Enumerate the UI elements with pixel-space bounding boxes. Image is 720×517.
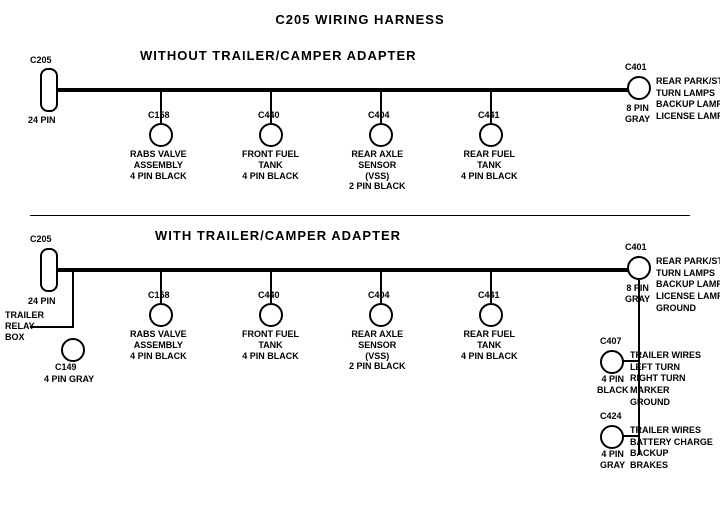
c424-label: C424 [600, 411, 622, 422]
c407-pinlabel: 4 PINBLACK [597, 374, 629, 396]
c407-label: C407 [600, 336, 622, 347]
c401-s1-circle [627, 76, 651, 100]
divider [30, 215, 690, 216]
c149-sublabel: 4 PIN GRAY [44, 374, 94, 385]
c441-s1-circle [479, 123, 503, 147]
c404-s1-sublabel: REAR AXLESENSOR(VSS)2 PIN BLACK [349, 149, 406, 192]
main-hline-s2 [55, 268, 645, 272]
c158-s2-sublabel: RABS VALVEASSEMBLY4 PIN BLACK [130, 329, 187, 361]
section2-title: WITH TRAILER/CAMPER ADAPTER [155, 228, 401, 243]
c158-s1-sublabel: RABS VALVEASSEMBLY4 PIN BLACK [130, 149, 187, 181]
c401-s1-label: C401 [625, 62, 647, 73]
c407-sublabel: TRAILER WIRESLEFT TURNRIGHT TURNMARKERGR… [630, 350, 701, 408]
c441-s1-sublabel: REAR FUELTANK4 PIN BLACK [461, 149, 518, 181]
c440-s2-sublabel: FRONT FUELTANK4 PIN BLACK [242, 329, 299, 361]
c149-label: C149 [55, 362, 77, 373]
main-hline-s1 [55, 88, 645, 92]
c440-s2-circle [259, 303, 283, 327]
c440-s1-label: C440 [258, 110, 280, 121]
c158-s1-label: C158 [148, 110, 170, 121]
c205-s2-sublabel: 24 PIN [28, 296, 56, 307]
c205-s1-rect [40, 68, 58, 112]
c401-s2-sublabel: REAR PARK/STOPTURN LAMPSBACKUP LAMPSLICE… [656, 256, 720, 314]
vline-c149 [72, 268, 74, 328]
c441-s1-label: C441 [478, 110, 500, 121]
diagram-area: C205 WIRING HARNESS WITHOUT TRAILER/CAMP… [0, 0, 720, 490]
c440-s1-circle [259, 123, 283, 147]
section1-title: WITHOUT TRAILER/CAMPER ADAPTER [140, 48, 417, 63]
c401-s1-sublabel: REAR PARK/STOPTURN LAMPSBACKUP LAMPSLICE… [656, 76, 720, 123]
c404-s1-label: C404 [368, 110, 390, 121]
c424-pinlabel: 4 PINGRAY [600, 449, 625, 471]
c441-s2-circle [479, 303, 503, 327]
c404-s1-circle [369, 123, 393, 147]
c440-s1-sublabel: FRONT FUELTANK4 PIN BLACK [242, 149, 299, 181]
c441-s2-sublabel: REAR FUELTANK4 PIN BLACK [461, 329, 518, 361]
c205-s1-label: C205 [30, 55, 52, 66]
c401-s1-pinlabel: 8 PINGRAY [625, 103, 650, 125]
c205-s2-rect [40, 248, 58, 292]
c205-s1-sublabel: 24 PIN [28, 115, 56, 126]
c404-s2-circle [369, 303, 393, 327]
c205-s2-label: C205 [30, 234, 52, 245]
c158-s2-label: C158 [148, 290, 170, 301]
c440-s2-label: C440 [258, 290, 280, 301]
c158-s2-circle [149, 303, 173, 327]
page-title: C205 WIRING HARNESS [0, 6, 720, 27]
c441-s2-label: C441 [478, 290, 500, 301]
c404-s2-sublabel: REAR AXLESENSOR(VSS)2 PIN BLACK [349, 329, 406, 372]
c424-sublabel: TRAILER WIRESBATTERY CHARGEBACKUPBRAKES [630, 425, 713, 472]
c407-circle [600, 350, 624, 374]
c149-circle [61, 338, 85, 362]
c404-s2-label: C404 [368, 290, 390, 301]
c424-circle [600, 425, 624, 449]
c401-s2-label: C401 [625, 242, 647, 253]
c401-s2-circle [627, 256, 651, 280]
trailer-relay-label: TRAILERRELAYBOX [5, 310, 44, 342]
c158-s1-circle [149, 123, 173, 147]
